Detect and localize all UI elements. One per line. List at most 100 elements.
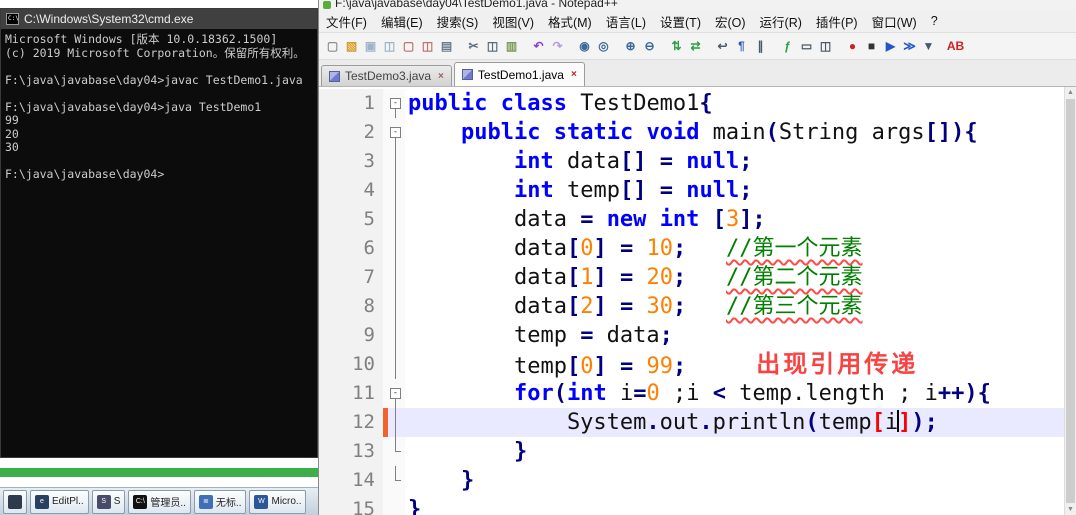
scroll-down-icon[interactable]: ▼ <box>1065 504 1076 515</box>
menu-item-11[interactable]: ? <box>924 12 945 30</box>
function-list-icon[interactable]: ƒ <box>779 38 796 55</box>
code-text[interactable]: temp = data; <box>405 321 1076 350</box>
vertical-scrollbar[interactable]: ▲ ▼ <box>1064 87 1076 515</box>
save-all-icon[interactable]: ◫ <box>381 38 398 55</box>
bookmark-margin[interactable] <box>319 89 331 118</box>
menu-item-3[interactable]: 视图(V) <box>485 10 541 33</box>
redo-icon[interactable]: ↷ <box>549 38 566 55</box>
copy-icon[interactable]: ◫ <box>484 38 501 55</box>
menu-item-1[interactable]: 编辑(E) <box>374 10 430 33</box>
code-text[interactable]: for(int i=0 ;i < temp.length ; i++){ <box>405 379 1076 408</box>
fold-collapse-icon[interactable]: - <box>390 127 401 138</box>
code-text[interactable]: System.out.println(temp[i]); <box>405 408 1076 437</box>
line-number[interactable]: 11 <box>331 379 383 408</box>
save-icon[interactable]: ▣ <box>362 38 379 55</box>
line-number[interactable]: 9 <box>331 321 383 350</box>
tab-close-icon[interactable]: × <box>438 71 444 82</box>
tab-testdemo1-java[interactable]: TestDemo1.java × <box>453 62 585 86</box>
editplus-taskbar-button[interactable]: e EditPl.. <box>30 489 89 514</box>
sync-vertical-scroll-icon[interactable]: ⇅ <box>668 38 685 55</box>
undo-icon[interactable]: ↶ <box>530 38 547 55</box>
menu-item-10[interactable]: 窗口(W) <box>865 10 924 33</box>
pinned-app-taskbar-button[interactable] <box>3 489 27 514</box>
menu-item-9[interactable]: 插件(P) <box>809 10 865 33</box>
code-text[interactable]: } <box>405 495 1076 515</box>
bookmark-margin[interactable] <box>319 408 331 437</box>
line-number[interactable]: 2 <box>331 118 383 147</box>
bookmark-margin[interactable] <box>319 321 331 350</box>
code-text[interactable]: public class TestDemo1{ <box>405 89 1076 118</box>
fold-collapse-icon[interactable]: - <box>390 98 401 109</box>
bookmark-margin[interactable] <box>319 234 331 263</box>
spell-check-icon[interactable]: AB <box>947 38 964 55</box>
new-file-icon[interactable]: ▢ <box>324 38 341 55</box>
code-text[interactable]: int data[] = null; <box>405 147 1076 176</box>
line-number[interactable]: 14 <box>331 466 383 495</box>
line-number[interactable]: 13 <box>331 437 383 466</box>
menu-item-8[interactable]: 运行(R) <box>753 10 809 33</box>
cmd-titlebar[interactable]: C:\ C:\Windows\System32\cmd.exe <box>1 9 317 29</box>
document-map-icon[interactable]: ▭ <box>798 38 815 55</box>
bookmark-margin[interactable] <box>319 350 331 379</box>
find-icon[interactable]: ◉ <box>576 38 593 55</box>
line-number[interactable]: 12 <box>331 408 383 437</box>
bookmark-margin[interactable] <box>319 263 331 292</box>
bookmark-margin[interactable] <box>319 205 331 234</box>
code-text[interactable]: } <box>405 466 1076 495</box>
menu-item-0[interactable]: 文件(F) <box>319 10 374 33</box>
line-number[interactable]: 15 <box>331 495 383 515</box>
show-all-characters-icon[interactable]: ¶ <box>733 38 750 55</box>
close-icon[interactable]: ▢ <box>400 38 417 55</box>
bookmark-margin[interactable] <box>319 118 331 147</box>
code-text[interactable]: int temp[] = null; <box>405 176 1076 205</box>
fold-margin[interactable]: - <box>388 379 405 408</box>
macro-run-multiple-icon[interactable]: ≫ <box>901 38 918 55</box>
code-text[interactable]: public static void main(String args[]){ <box>405 118 1076 147</box>
bookmark-margin[interactable] <box>319 437 331 466</box>
cmd-admin-taskbar-button[interactable]: C:\ 管理员.. <box>128 489 191 514</box>
bookmark-margin[interactable] <box>319 379 331 408</box>
tab-close-icon[interactable]: × <box>571 69 577 80</box>
menu-item-5[interactable]: 语言(L) <box>599 10 653 33</box>
indent-guide-icon[interactable]: ∥ <box>752 38 769 55</box>
line-number[interactable]: 8 <box>331 292 383 321</box>
bookmark-margin[interactable] <box>319 495 331 515</box>
tab-testdemo3-java[interactable]: TestDemo3.java × <box>321 65 452 86</box>
fold-margin[interactable]: - <box>388 118 405 147</box>
cmd-output[interactable]: Microsoft Windows [版本 10.0.18362.1500] (c… <box>1 29 317 457</box>
line-number[interactable]: 1 <box>331 89 383 118</box>
code-text[interactable]: data[2] = 30; //第三个元素 <box>405 292 1076 321</box>
fold-collapse-icon[interactable]: - <box>390 388 401 399</box>
s-app-taskbar-button[interactable]: SS <box>91 489 126 514</box>
code-text[interactable]: data[1] = 20; //第二个元素 <box>405 263 1076 292</box>
line-number[interactable]: 5 <box>331 205 383 234</box>
close-all-icon[interactable]: ◫ <box>419 38 436 55</box>
macro-save-icon[interactable]: ▼ <box>920 38 937 55</box>
line-number[interactable]: 3 <box>331 147 383 176</box>
fold-margin[interactable]: - <box>388 89 405 118</box>
editor[interactable]: 1- public class TestDemo1{2- public stati… <box>319 87 1076 515</box>
code-text[interactable]: temp[0] = 99; 出现引用传递 <box>405 350 1076 379</box>
scrollbar-thumb[interactable] <box>1066 99 1075 503</box>
bookmark-margin[interactable] <box>319 176 331 205</box>
menu-item-7[interactable]: 宏(O) <box>708 10 753 33</box>
macro-play-icon[interactable]: ▶ <box>882 38 899 55</box>
scroll-up-icon[interactable]: ▲ <box>1065 87 1076 98</box>
microsoft-app-taskbar-button[interactable]: W Micro.. <box>249 489 307 514</box>
bookmark-margin[interactable] <box>319 292 331 321</box>
untitled-doc-taskbar-button[interactable]: ≣ 无标.. <box>193 489 247 514</box>
code-text[interactable]: data[0] = 10; //第一个元素 <box>405 234 1076 263</box>
document-switcher-icon[interactable]: ◫ <box>817 38 834 55</box>
bookmark-margin[interactable] <box>319 466 331 495</box>
code-text[interactable]: } <box>405 437 1076 466</box>
word-wrap-icon[interactable]: ↩ <box>714 38 731 55</box>
open-folder-icon[interactable]: ▧ <box>343 38 360 55</box>
zoom-out-icon[interactable]: ⊖ <box>641 38 658 55</box>
menu-item-6[interactable]: 设置(T) <box>653 10 708 33</box>
menu-item-2[interactable]: 搜索(S) <box>430 10 486 33</box>
line-number[interactable]: 7 <box>331 263 383 292</box>
replace-icon[interactable]: ◎ <box>595 38 612 55</box>
code-text[interactable]: data = new int [3]; <box>405 205 1076 234</box>
cut-icon[interactable]: ✂ <box>465 38 482 55</box>
bookmark-margin[interactable] <box>319 147 331 176</box>
